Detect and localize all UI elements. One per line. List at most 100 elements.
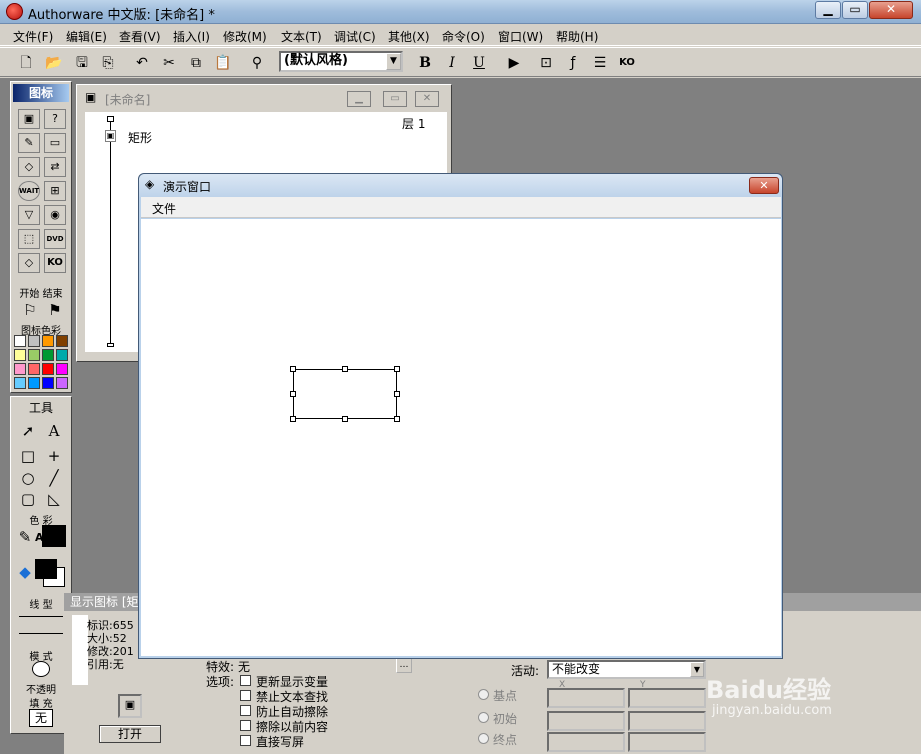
open-file-icon[interactable]: 📂: [43, 52, 65, 74]
color-swatch[interactable]: [28, 363, 40, 375]
fill-bucket-icon[interactable]: ◆: [13, 562, 37, 582]
digital-movie-icon[interactable]: ◉: [44, 205, 66, 225]
flow-restore-button[interactable]: ▭: [383, 91, 407, 107]
menu-text[interactable]: 文本(T): [281, 28, 322, 45]
initial-y-field[interactable]: [628, 711, 706, 731]
start-flag-icon[interactable]: ⚐: [18, 300, 42, 320]
bold-button[interactable]: B: [414, 52, 436, 74]
foreground-color-swatch[interactable]: [35, 559, 57, 579]
maximize-button[interactable]: ▭: [842, 1, 868, 19]
base-y-field[interactable]: [628, 688, 706, 708]
rounded-rect-tool-icon[interactable]: ▢: [16, 489, 40, 509]
calculation-icon[interactable]: ✎: [18, 133, 40, 153]
mode-opaque-icon[interactable]: [32, 661, 50, 677]
flow-close-button[interactable]: ✕: [415, 91, 439, 107]
resize-handle[interactable]: [394, 391, 400, 397]
rectangle-shape[interactable]: [293, 369, 397, 419]
text-tool[interactable]: A: [42, 421, 66, 441]
menu-insert[interactable]: 插入(I): [173, 28, 210, 45]
menu-modify[interactable]: 修改(M): [223, 28, 267, 45]
resize-handle[interactable]: [342, 416, 348, 422]
control-panel-icon[interactable]: ⊡: [535, 52, 557, 74]
minimize-button[interactable]: ▁: [815, 1, 841, 19]
display-icon[interactable]: ▣: [18, 109, 40, 129]
end-point-radio[interactable]: [478, 733, 489, 744]
pen-color-icon[interactable]: ✎: [13, 527, 37, 547]
menu-file[interactable]: 文件(F): [13, 28, 53, 45]
color-swatch[interactable]: [14, 349, 26, 361]
find-icon[interactable]: ⚲: [246, 52, 268, 74]
end-flag-icon[interactable]: ⚑: [43, 300, 67, 320]
resize-handle[interactable]: [394, 366, 400, 372]
underline-button[interactable]: U: [468, 52, 490, 74]
resize-handle[interactable]: [342, 366, 348, 372]
menu-help[interactable]: 帮助(H): [556, 28, 598, 45]
option-checkbox[interactable]: [240, 735, 251, 746]
fill-value[interactable]: 无: [29, 709, 53, 727]
initial-radio[interactable]: [478, 712, 489, 723]
text-color-swatch[interactable]: [42, 525, 66, 547]
flow-icon-label[interactable]: 矩形: [128, 129, 152, 146]
color-swatch[interactable]: [42, 363, 54, 375]
option-checkbox[interactable]: [240, 690, 251, 701]
color-swatch[interactable]: [14, 335, 26, 347]
display-icon[interactable]: ▣: [105, 130, 116, 142]
motion-icon[interactable]: ⬚: [18, 229, 40, 249]
option-checkbox[interactable]: [240, 705, 251, 716]
rectangle-tool-icon[interactable]: □: [16, 446, 40, 466]
menu-debug[interactable]: 调试(C): [334, 28, 376, 45]
paste-icon[interactable]: 📋: [212, 52, 234, 74]
color-swatch[interactable]: [56, 363, 68, 375]
color-swatch[interactable]: [28, 377, 40, 389]
resize-handle[interactable]: [290, 391, 296, 397]
functions-icon[interactable]: ƒ: [562, 52, 584, 74]
effect-browse-button[interactable]: …: [396, 658, 412, 673]
color-swatch[interactable]: [42, 377, 54, 389]
menu-edit[interactable]: 编辑(E): [66, 28, 107, 45]
close-button[interactable]: ✕: [869, 1, 913, 19]
new-file-icon[interactable]: 🗋: [15, 52, 37, 74]
chevron-down-icon[interactable]: ▼: [386, 53, 401, 70]
flow-minimize-button[interactable]: ▁: [347, 91, 371, 107]
copy-icon[interactable]: ⧉: [185, 52, 207, 74]
color-swatch[interactable]: [42, 335, 54, 347]
variables-icon[interactable]: ☰: [589, 52, 611, 74]
polygon-tool-icon[interactable]: ◺: [42, 489, 66, 509]
option-checkbox[interactable]: [240, 720, 251, 731]
open-button[interactable]: 打开: [99, 725, 161, 743]
color-swatch[interactable]: [56, 349, 68, 361]
ellipse-tool-icon[interactable]: ○: [16, 468, 40, 488]
color-swatch[interactable]: [42, 349, 54, 361]
menu-window[interactable]: 窗口(W): [498, 28, 543, 45]
menu-command[interactable]: 命令(O): [442, 28, 485, 45]
base-point-radio[interactable]: [478, 689, 489, 700]
active-select[interactable]: 不能改变: [547, 660, 706, 679]
authorware-app-icon[interactable]: [6, 3, 23, 20]
chevron-down-icon[interactable]: ▼: [690, 662, 704, 677]
presentation-close-button[interactable]: ✕: [749, 177, 779, 194]
end-x-field[interactable]: [547, 732, 625, 752]
color-swatch[interactable]: [28, 335, 40, 347]
cut-icon[interactable]: ✂: [158, 52, 180, 74]
resize-handle[interactable]: [290, 366, 296, 372]
erase-icon[interactable]: ◇: [18, 157, 40, 177]
color-swatch[interactable]: [56, 377, 68, 389]
option-checkbox[interactable]: [240, 675, 251, 686]
import-icon[interactable]: ⎘: [97, 52, 119, 74]
run-icon[interactable]: ▶: [503, 52, 525, 74]
color-swatch[interactable]: [14, 363, 26, 375]
menu-other[interactable]: 其他(X): [388, 28, 430, 45]
diagonal-line-tool-icon[interactable]: ╱: [42, 468, 66, 488]
map-icon[interactable]: ▭: [44, 133, 66, 153]
interaction-icon[interactable]: ?: [44, 109, 66, 129]
line-style-sample[interactable]: [19, 633, 63, 634]
resize-handle[interactable]: [394, 416, 400, 422]
framework-icon[interactable]: ⊞: [44, 181, 66, 201]
presentation-menu-file[interactable]: 文件: [152, 200, 176, 217]
italic-button[interactable]: I: [441, 52, 463, 74]
line-tool-icon[interactable]: +: [42, 446, 66, 466]
decision-icon[interactable]: ▽: [18, 205, 40, 225]
initial-x-field[interactable]: [547, 711, 625, 731]
menu-view[interactable]: 查看(V): [119, 28, 161, 45]
pointer-tool-icon[interactable]: ➚: [16, 421, 40, 441]
